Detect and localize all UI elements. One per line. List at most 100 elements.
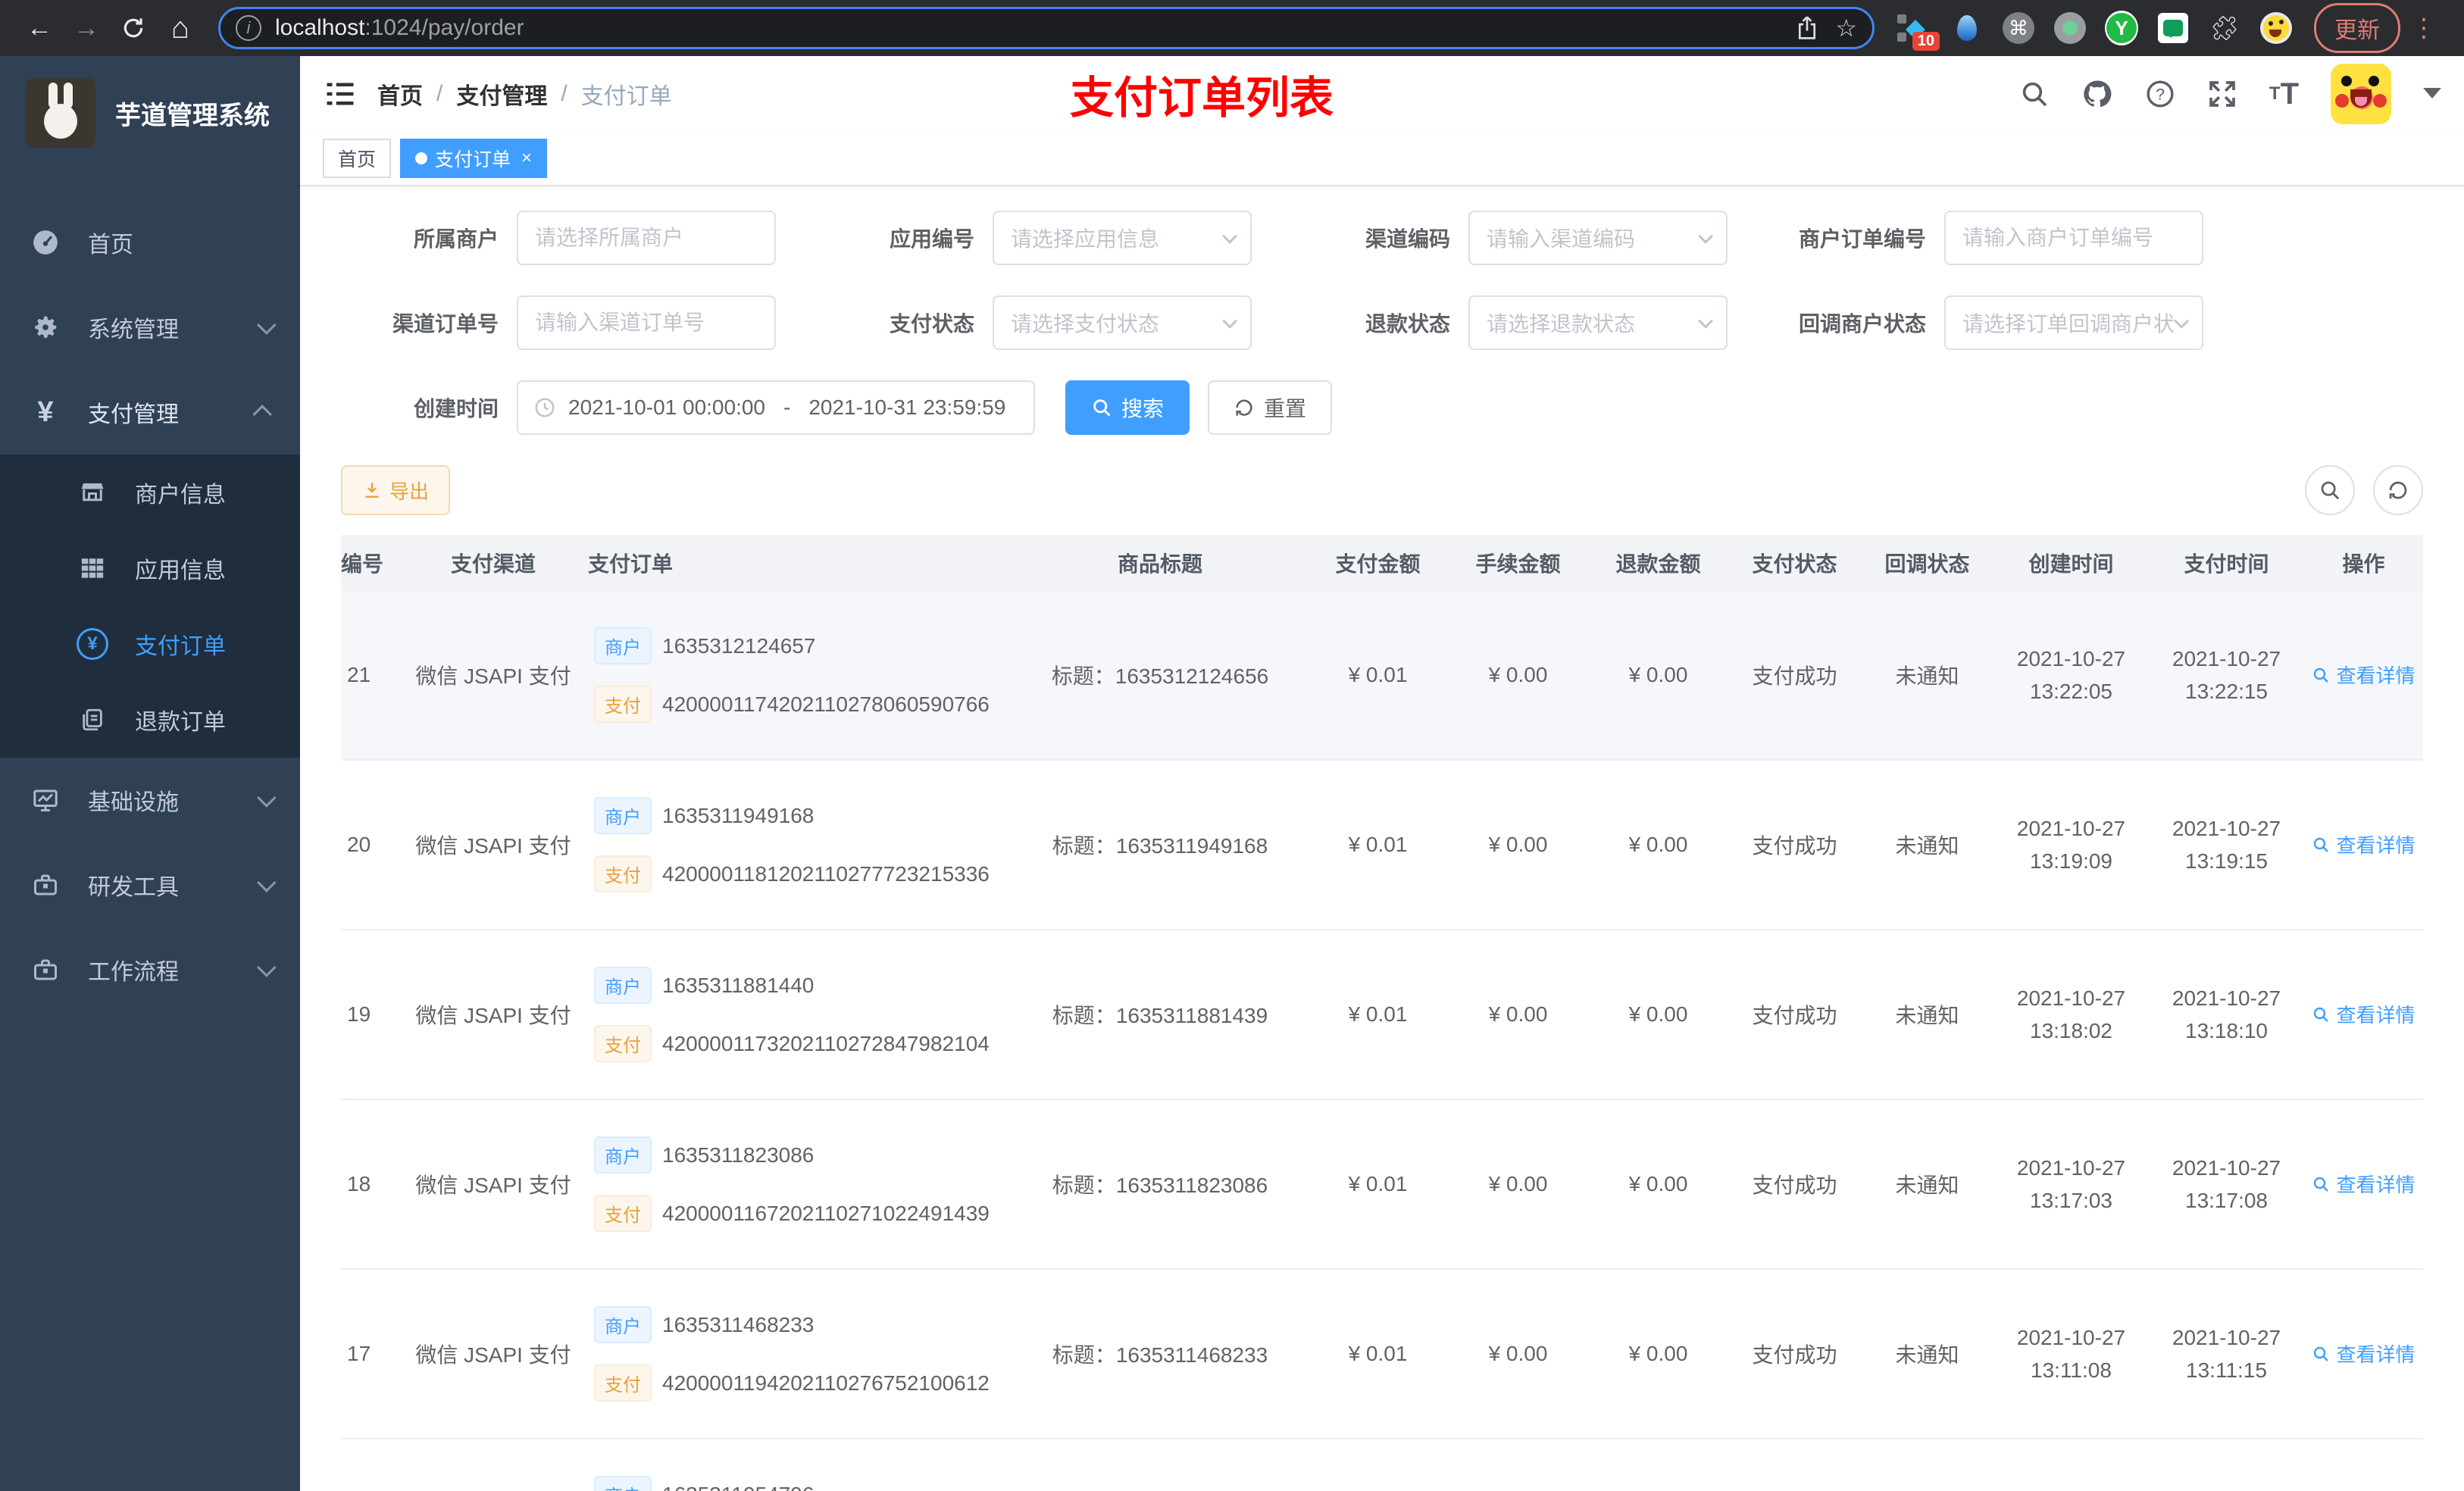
view-detail-link[interactable]: 查看详情 (2312, 1339, 2416, 1368)
url-text: localhost:1024/pay/order (275, 15, 524, 40)
font-size-icon[interactable]: TT (2269, 77, 2299, 111)
yen-icon: ¥ (37, 395, 54, 428)
export-button[interactable]: 导出 (341, 465, 451, 515)
grid-icon (76, 555, 109, 581)
help-icon[interactable]: ? (2145, 79, 2175, 109)
show-search-toggle-button[interactable] (2305, 465, 2355, 515)
sidebar-item-app-info[interactable]: 应用信息 (0, 530, 300, 606)
pay-tag: 支付 (594, 855, 652, 892)
sidebar-item-system[interactable]: 系统管理 (0, 285, 300, 370)
breadcrumb-current: 支付订单 (580, 84, 672, 109)
tag-home[interactable]: 首页 (323, 139, 392, 178)
site-info-icon[interactable]: i (236, 15, 261, 41)
sidebar-item-devtools[interactable]: 研发工具 (0, 842, 300, 927)
channel-code-select[interactable]: 请输入渠道编码 (1468, 211, 1728, 265)
chevron-down-icon (1698, 313, 1714, 329)
refresh-table-button[interactable] (2373, 465, 2423, 515)
search-icon (2314, 837, 2329, 852)
bookmark-star-icon[interactable]: ☆ (1835, 14, 1857, 42)
tag-pay-order[interactable]: 支付订单 × (400, 139, 548, 178)
app-logo: 芋道管理系统 (0, 56, 300, 170)
view-detail-link[interactable]: 查看详情 (2312, 830, 2416, 858)
chevron-down-icon (257, 958, 277, 977)
user-menu-caret-icon[interactable] (2423, 88, 2441, 108)
collapse-sidebar-icon[interactable] (323, 77, 358, 111)
close-icon[interactable]: × (521, 148, 532, 169)
search-icon (1093, 399, 1111, 417)
extension-y-icon[interactable]: Y (2105, 11, 2138, 45)
table-row: 19 微信 JSAPI 支付 商户 1635311881440 支付 4200001… (341, 930, 2423, 1100)
avatar[interactable] (2331, 64, 2391, 124)
refresh-icon (2389, 481, 2407, 499)
breadcrumb-home[interactable]: 首页 (377, 77, 423, 111)
dashboard-icon (29, 228, 62, 257)
briefcase-icon (29, 956, 62, 983)
merchant-tag: 商户 (594, 1136, 652, 1174)
chevron-down-icon (1222, 228, 1238, 244)
refund-status-select[interactable]: 请选择退款状态 (1468, 295, 1728, 350)
sidebar-item-workflow[interactable]: 工作流程 (0, 927, 300, 1012)
table-header-row: 编号 支付渠道 支付订单 商品标题 支付金额 手续金额 退款金额 支付状态 回调… (341, 535, 2423, 591)
search-button[interactable]: 搜索 (1065, 380, 1190, 435)
search-icon (2314, 1346, 2329, 1361)
back-icon[interactable]: ← (20, 8, 59, 48)
forward-icon[interactable]: → (67, 8, 106, 48)
breadcrumb-payment[interactable]: 支付管理 (456, 77, 547, 111)
browser-toolbar: ← → ⌂ i localhost:1024/pay/order ☆ ◆ 10 ⌘… (0, 0, 2464, 56)
extensions-puzzle-icon[interactable]: 🧩︎ (2208, 11, 2241, 45)
sidebar-item-payment[interactable]: ¥ 支付管理 (0, 370, 300, 455)
download-icon (365, 483, 379, 498)
view-detail-link[interactable]: 查看详情 (2312, 1000, 2416, 1028)
extension-record-icon[interactable] (2053, 11, 2087, 45)
monitor-chart-icon (29, 786, 62, 814)
view-detail-link[interactable]: 查看详情 (2312, 661, 2416, 689)
page-title: 支付订单列表 (1069, 73, 1334, 123)
search-icon (2314, 1177, 2329, 1192)
app-select[interactable]: 请选择应用信息 (993, 211, 1252, 265)
refresh-icon (1236, 399, 1252, 416)
merchant-input[interactable] (517, 211, 776, 265)
sidebar-item-infra[interactable]: 基础设施 (0, 758, 300, 842)
chevron-down-icon (257, 315, 277, 335)
sidebar-item-refund-order[interactable]: 退款订单 (0, 682, 300, 758)
extension-command-icon[interactable]: ⌘ (2002, 11, 2035, 45)
filter-label-refund-status: 退款状态 (1365, 312, 1450, 336)
filter-label-channel-order-no: 渠道订单号 (392, 312, 499, 336)
extension-diamond-icon[interactable]: ◆ 10 (1899, 11, 1940, 51)
pay-tag: 支付 (594, 1195, 652, 1232)
merchant-order-no-input[interactable] (1944, 211, 2203, 265)
channel-order-no-input[interactable] (517, 295, 776, 350)
extension-balloon-icon[interactable] (1950, 11, 1984, 45)
github-icon[interactable] (2081, 78, 2113, 110)
address-bar[interactable]: i localhost:1024/pay/order ☆ (218, 7, 1875, 49)
create-time-range-input[interactable]: 2021-10-01 00:00:00 - 2021-10-31 23:59:5… (517, 380, 1035, 435)
browser-menu-icon[interactable]: ⋮ (2408, 13, 2444, 43)
browser-update-button[interactable]: 更新 (2314, 3, 2400, 53)
filter-label-merchant: 所属商户 (413, 227, 499, 251)
merchant-tag: 商户 (594, 797, 652, 834)
reset-button[interactable]: 重置 (1208, 380, 1333, 435)
reload-icon[interactable] (114, 8, 153, 48)
notify-status-select[interactable]: 请选择订单回调商户状态 (1944, 295, 2203, 350)
merchant-tag: 商户 (594, 627, 652, 664)
sidebar-item-merchant-info[interactable]: 商户信息 (0, 455, 300, 530)
table-row-partial: 商户1635311054796 (341, 1439, 2423, 1491)
app-title: 芋道管理系统 (115, 101, 270, 130)
filter-label-pay-status: 支付状态 (889, 312, 974, 336)
chevron-down-icon (1698, 228, 1714, 244)
merchant-tag: 商户 (594, 1306, 652, 1343)
chevron-down-icon (257, 873, 277, 892)
pay-status-select[interactable]: 请选择支付状态 (993, 295, 1252, 350)
search-icon[interactable] (2019, 79, 2050, 109)
fullscreen-icon[interactable] (2207, 79, 2237, 109)
sidebar-item-home[interactable]: 首页 (0, 200, 300, 285)
extension-emoji-icon[interactable] (2259, 11, 2293, 45)
merchant-tag: 商户 (594, 967, 652, 1004)
breadcrumb: 首页 / 支付管理 / 支付订单 (377, 77, 672, 111)
chevron-down-icon (2174, 313, 2190, 329)
sidebar-item-pay-order[interactable]: ¥ 支付订单 (0, 606, 300, 682)
share-icon[interactable] (1796, 15, 1818, 41)
home-icon[interactable]: ⌂ (161, 8, 200, 48)
extension-chat-icon[interactable] (2156, 11, 2190, 45)
view-detail-link[interactable]: 查看详情 (2312, 1170, 2416, 1198)
